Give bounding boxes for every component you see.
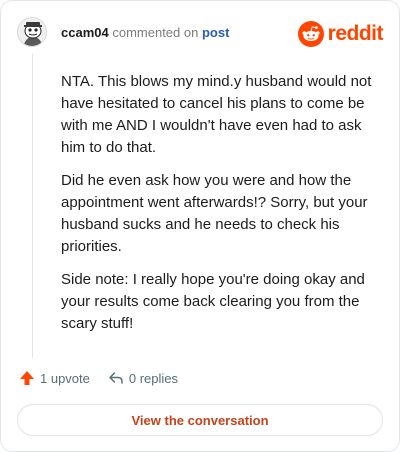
thread-line: [32, 53, 33, 358]
upvote-button[interactable]: 1 upvote: [19, 370, 90, 386]
comment-card: ccam04 commented on post reddit NTA. Thi…: [0, 0, 400, 452]
username-link[interactable]: ccam04: [61, 25, 109, 40]
comment-meta: ccam04 commented on post: [61, 25, 229, 41]
reply-arrow-icon: [109, 372, 123, 384]
post-link[interactable]: post: [202, 25, 229, 40]
reply-count: 0 replies: [128, 370, 179, 386]
reddit-wordmark: reddit: [327, 22, 384, 45]
reddit-logo[interactable]: reddit: [297, 21, 384, 47]
user-avatar-icon[interactable]: [17, 17, 47, 47]
comment-verb: commented on: [112, 25, 199, 40]
comment-actions: 1 upvote 0 replies: [19, 370, 178, 386]
comment-paragraph: Side note: I really hope you're doing ok…: [61, 271, 365, 332]
comment-paragraph: NTA. This blows my mind.y husband would …: [61, 73, 372, 156]
comment-body: NTA. This blows my mind.y husband would …: [61, 71, 381, 346]
reply-button[interactable]: 0 replies: [108, 370, 178, 386]
comment-paragraph: Did he even ask how you were and how the…: [61, 172, 368, 255]
upvote-count: 1 upvote: [40, 370, 90, 386]
view-conversation-button[interactable]: View the conversation: [17, 404, 383, 436]
upvote-arrow-icon: [20, 371, 34, 385]
reddit-snoo-icon: [297, 21, 324, 47]
